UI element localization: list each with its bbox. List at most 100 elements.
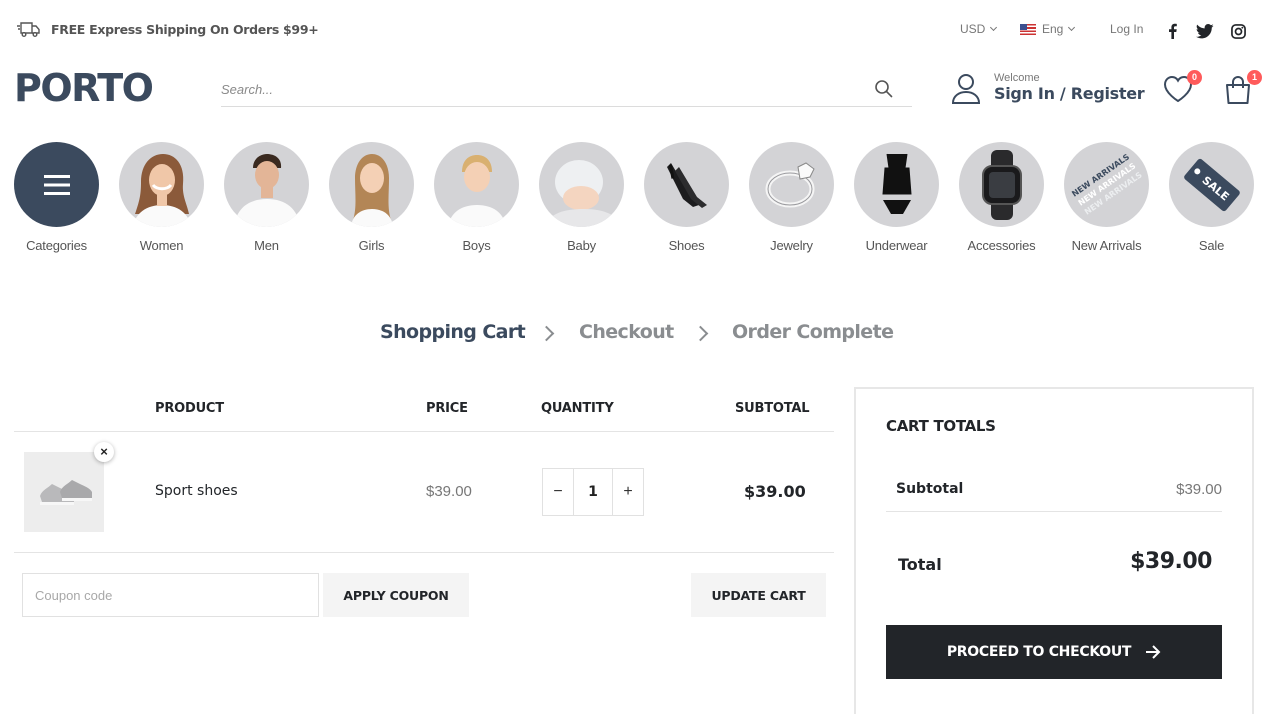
category-girls[interactable]: Girls <box>329 142 414 253</box>
cart-button[interactable]: 1 <box>1222 70 1262 108</box>
porto-logo[interactable]: PORTO <box>14 66 154 110</box>
chevron-down-icon <box>1068 23 1076 32</box>
search-input[interactable] <box>221 76 861 102</box>
lingerie-image <box>881 153 912 214</box>
currency-label: USD <box>960 22 986 36</box>
category-accessories[interactable]: Accessories <box>959 142 1044 253</box>
checkout-button-label: PROCEED TO CHECKOUT <box>946 644 1132 660</box>
language-label: Eng <box>1042 22 1064 36</box>
baby-model-image <box>544 160 622 227</box>
category-categories[interactable]: Categories <box>14 142 99 253</box>
menu-icon <box>43 174 70 195</box>
divider <box>14 431 834 432</box>
welcome-text: Welcome <box>994 72 1040 84</box>
step-checkout[interactable]: Checkout <box>579 321 674 343</box>
step-shopping-cart[interactable]: Shopping Cart <box>380 321 526 343</box>
signin-register-link[interactable]: Sign In / Register <box>994 84 1145 104</box>
update-cart-button[interactable]: UPDATE CART <box>691 573 826 617</box>
account-link[interactable]: Welcome Sign In / Register <box>950 72 1145 104</box>
shipping-notice: FREE Express Shipping On Orders $99+ <box>16 20 319 38</box>
step-order-complete[interactable]: Order Complete <box>732 321 894 343</box>
twitter-icon[interactable] <box>1196 24 1214 39</box>
category-circle <box>434 142 519 227</box>
category-jewelry[interactable]: Jewelry <box>749 142 834 253</box>
facebook-icon[interactable] <box>1165 23 1179 39</box>
category-baby[interactable]: Baby <box>539 142 624 253</box>
category-new-arrivals[interactable]: NEW ARRIVALS NEW ARRIVALS NEW ARRIVALS N… <box>1064 142 1149 253</box>
currency-selector[interactable]: USD <box>960 22 998 36</box>
chevron-right-icon <box>692 325 709 342</box>
divider <box>14 552 834 553</box>
category-circle <box>749 142 834 227</box>
proceed-to-checkout-button[interactable]: PROCEED TO CHECKOUT <box>886 625 1222 679</box>
apply-coupon-button[interactable]: APPLY COUPON <box>323 573 469 617</box>
total-value: $39.00 <box>1130 549 1212 574</box>
sale-tag-icon: SALE <box>1182 157 1241 212</box>
ring-image <box>765 161 815 207</box>
column-header-subtotal: SUBTOTAL <box>735 401 810 416</box>
top-bar: FREE Express Shipping On Orders $99+ USD… <box>0 0 1275 60</box>
category-men[interactable]: Men <box>224 142 309 253</box>
category-circle <box>854 142 939 227</box>
column-header-price: PRICE <box>426 401 468 416</box>
product-price: $39.00 <box>426 483 472 500</box>
new-arrivals-stamp: NEW ARRIVALS NEW ARRIVALS NEW ARRIVALS <box>1069 151 1144 217</box>
column-header-quantity: QUANTITY <box>541 401 614 416</box>
category-underwear[interactable]: Underwear <box>854 142 939 253</box>
checkout-steps: Shopping Cart Checkout Order Complete <box>0 321 1275 349</box>
women-model-image <box>133 154 191 227</box>
product-thumbnail[interactable] <box>24 452 104 532</box>
quantity-increase-button[interactable]: + <box>613 469 643 515</box>
category-circle: SALE <box>1169 142 1254 227</box>
us-flag-icon <box>1020 23 1036 35</box>
truck-icon <box>17 22 40 37</box>
remove-item-button[interactable]: × <box>94 442 114 462</box>
category-circle <box>539 142 624 227</box>
wishlist-button[interactable]: 0 <box>1162 70 1202 108</box>
category-circle <box>329 142 414 227</box>
user-icon <box>951 74 981 104</box>
language-selector[interactable]: Eng <box>1020 22 1076 36</box>
quantity-stepper: − + <box>542 468 644 516</box>
search-icon[interactable] <box>874 79 894 99</box>
category-sale[interactable]: SALE Sale <box>1169 142 1254 253</box>
arrow-right-icon <box>1146 645 1161 659</box>
category-label: Sale <box>1198 238 1225 253</box>
category-circle <box>644 142 729 227</box>
divider <box>886 511 1222 512</box>
total-label: Total <box>898 555 942 574</box>
smartwatch-image <box>981 149 1022 220</box>
chevron-right-icon <box>538 325 555 342</box>
quantity-input[interactable] <box>573 469 613 515</box>
subtotal-value: $39.00 <box>1176 481 1222 498</box>
shipping-text: FREE Express Shipping On Orders $99+ <box>51 21 319 37</box>
sale-tag-text: SALE <box>1199 172 1232 203</box>
quantity-decrease-button[interactable]: − <box>543 469 573 515</box>
cart-totals-panel: CART TOTALS Subtotal $39.00 Total $39.00… <box>854 387 1254 714</box>
cart-totals-title: CART TOTALS <box>886 417 996 435</box>
category-women[interactable]: Women <box>119 142 204 253</box>
column-header-product: PRODUCT <box>155 401 224 416</box>
chevron-down-icon <box>990 23 998 32</box>
boys-model-image <box>448 155 506 227</box>
category-circle <box>959 142 1044 227</box>
category-carousel: Categories Women Men Girls Boys Baby Sho… <box>14 142 1259 257</box>
search-bar <box>221 72 912 107</box>
category-circle <box>119 142 204 227</box>
girls-model-image <box>351 154 393 227</box>
wishlist-count-badge: 0 <box>1187 70 1202 85</box>
high-heel-shoes-image <box>666 162 707 208</box>
category-circle: NEW ARRIVALS NEW ARRIVALS NEW ARRIVALS <box>1064 142 1149 227</box>
men-model-image <box>234 154 300 227</box>
login-link[interactable]: Log In <box>1110 22 1143 36</box>
product-subtotal: $39.00 <box>744 482 806 501</box>
category-circle <box>224 142 309 227</box>
coupon-code-input[interactable] <box>22 573 319 617</box>
subtotal-label: Subtotal <box>896 481 964 497</box>
category-circle <box>14 142 99 227</box>
product-name[interactable]: Sport shoes <box>155 483 238 499</box>
instagram-icon[interactable] <box>1231 24 1246 39</box>
cart-count-badge: 1 <box>1247 70 1262 85</box>
category-shoes[interactable]: Shoes <box>644 142 729 253</box>
category-boys[interactable]: Boys <box>434 142 519 253</box>
